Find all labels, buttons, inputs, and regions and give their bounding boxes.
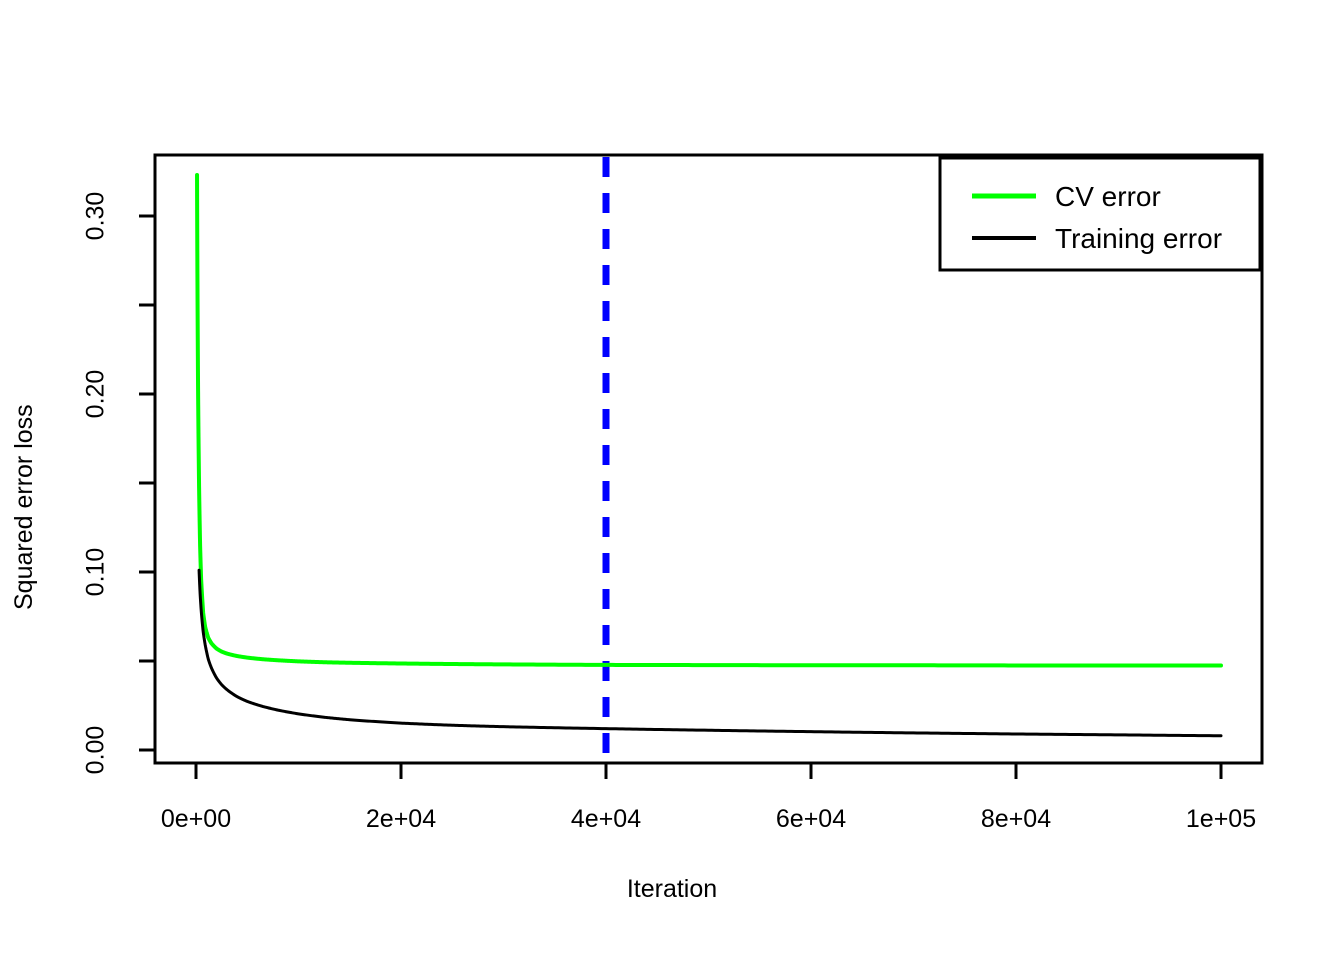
x-tick-label-6e04: 6e+04 <box>775 805 847 833</box>
chart-figure: 0.00 0.10 0.20 0.30 0e+00 2e+04 4e+04 6e… <box>0 0 1344 960</box>
x-axis-title: Iteration <box>626 875 718 903</box>
x-tick-label-2e04: 2e+04 <box>365 805 437 833</box>
x-tick-label-8e04: 8e+04 <box>980 805 1052 833</box>
legend-label-training-error: Training error <box>1055 223 1223 254</box>
x-tick-label-1e05: 1e+05 <box>1185 805 1257 833</box>
legend-label-cv-error: CV error <box>1055 181 1161 212</box>
y-tick-label-000: 0.00 <box>81 725 110 775</box>
y-tick-label-020: 0.20 <box>81 369 110 419</box>
x-tick-label-0e00: 0e+00 <box>160 805 232 833</box>
series-line-training-error <box>197 568 1223 738</box>
y-tick-label-030: 0.30 <box>81 191 110 241</box>
y-axis-ticks <box>139 214 155 752</box>
x-axis-ticks <box>194 763 1223 779</box>
y-tick-label-010: 0.10 <box>81 547 110 597</box>
x-tick-label-4e04: 4e+04 <box>570 805 642 833</box>
y-axis-title: Squared error loss <box>10 404 38 610</box>
